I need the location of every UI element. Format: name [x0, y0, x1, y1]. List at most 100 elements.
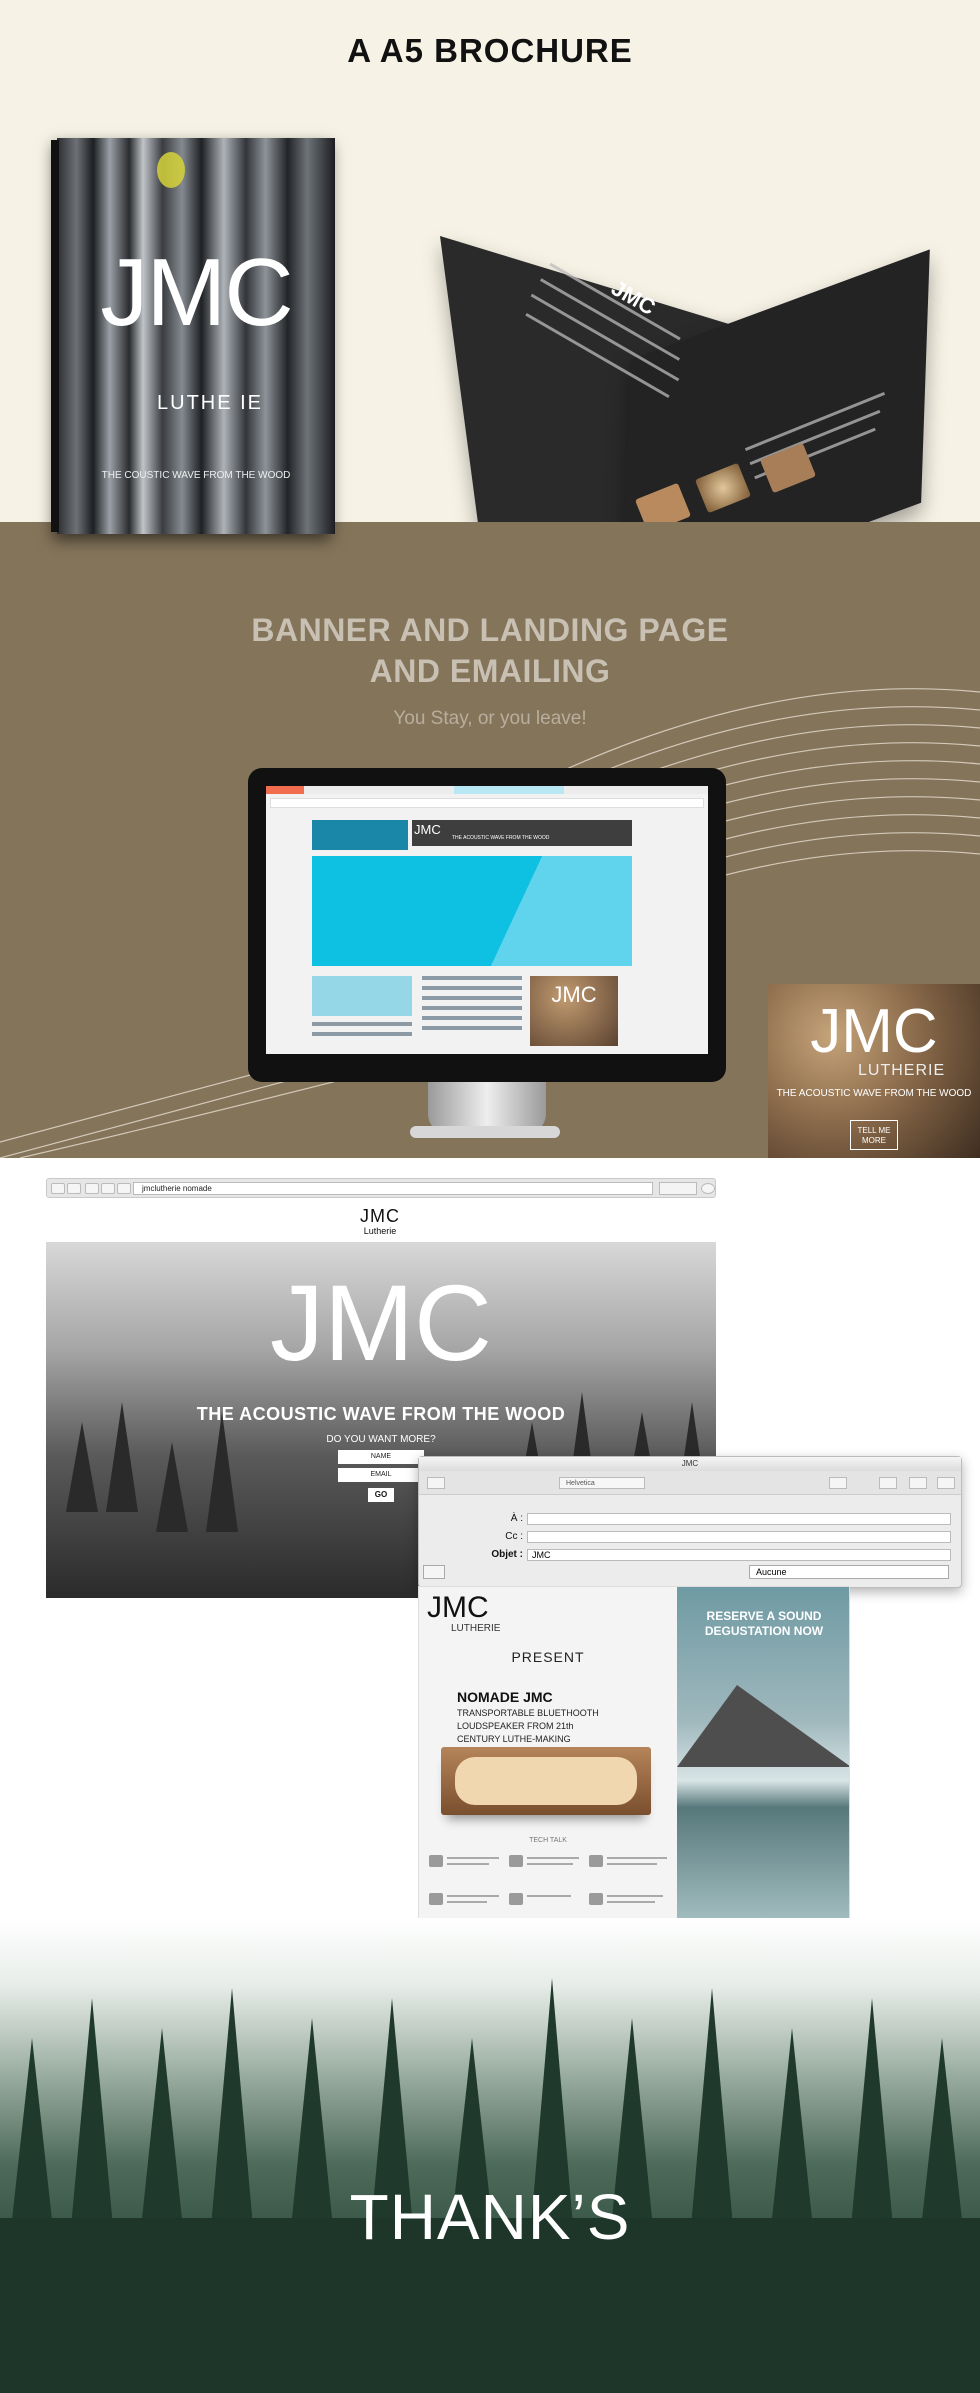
add-tab-button[interactable]: [117, 1183, 131, 1194]
page: A A5 BROCHURE JMC LUTHE IE THE COUSTIC W…: [0, 0, 980, 2393]
screen-ad-thumb: JMC: [530, 976, 618, 1046]
to-label: À :: [510, 1513, 523, 1524]
banner-section: BANNER AND LANDING PAGE AND EMAILING You…: [0, 522, 980, 1158]
battery-icon: [589, 1855, 603, 1867]
screen-tab-bar: [266, 786, 708, 794]
to-field[interactable]: [527, 1513, 951, 1525]
screen-thumb-block: [312, 976, 412, 1016]
brochure-section: A A5 BROCHURE JMC LUTHE IE THE COUSTIC W…: [0, 0, 980, 632]
screen-tab: [454, 786, 564, 794]
screen-text-line: [422, 1006, 522, 1010]
hero-tagline: THE ACOUSTIC WAVE FROM THE WOOD: [196, 1404, 566, 1424]
spec-text: [527, 1857, 579, 1859]
tree-silhouette: [156, 1442, 188, 1532]
list-icon[interactable]: [423, 1565, 445, 1579]
hero-question: DO YOU WANT MORE?: [326, 1434, 436, 1445]
screen-text-line: [422, 1016, 522, 1020]
email-present: PRESENT: [511, 1649, 585, 1665]
share-button[interactable]: [101, 1183, 115, 1194]
forward-button[interactable]: [67, 1183, 81, 1194]
cover-subtitle: LUTHE IE: [157, 392, 264, 414]
hero-logo: JMC: [270, 1262, 492, 1383]
attach-icon[interactable]: [829, 1477, 847, 1489]
cc-field[interactable]: [527, 1531, 951, 1543]
screen-banner: JMC THE ACOUSTIC WAVE FROM THE WOOD: [412, 820, 632, 846]
speaker-front: [455, 1757, 637, 1805]
name-input[interactable]: NAME: [338, 1450, 424, 1464]
monitor-screen: JMC THE ACOUSTIC WAVE FROM THE WOOD JMC: [266, 786, 708, 1054]
spec-text: [607, 1857, 667, 1859]
banner-title-line2: AND EMAILING: [369, 653, 611, 689]
mail-toolbar: Helvetica: [419, 1471, 961, 1495]
go-button[interactable]: GO: [368, 1488, 394, 1502]
spec-text: [607, 1895, 663, 1897]
url-go-button[interactable]: [659, 1182, 697, 1195]
reload-button[interactable]: [85, 1183, 99, 1194]
layout-icon[interactable]: [937, 1477, 955, 1489]
screen-text-line: [422, 986, 522, 990]
tree-silhouette: [206, 1412, 238, 1532]
subject-label: Objet :: [491, 1549, 523, 1560]
spec-text: [527, 1863, 573, 1865]
bluetooth-icon: [429, 1893, 443, 1905]
cover-logo: JMC: [100, 239, 293, 346]
thanks-section: THANK’S: [0, 1918, 980, 2393]
mail-title-bar: JMC: [419, 1457, 961, 1471]
screen-address-bar: [270, 798, 704, 808]
sound-icon: [509, 1855, 523, 1867]
screen-header-block: [312, 820, 408, 850]
ad-logo: JMC: [810, 997, 938, 1066]
product-name: NOMADE JMC: [457, 1689, 553, 1705]
spec-text: [607, 1863, 657, 1865]
email-template: JMC LUTHERIE PRESENT NOMADE JMC TRANSPOR…: [418, 1586, 850, 1920]
screen-text-line: [422, 1026, 522, 1030]
thanks-text: THANK’S: [349, 2181, 631, 2253]
moon-decoration: [157, 152, 185, 188]
product-description: TRANSPORTABLE BLUETHOOTH LOUDSPEAKER FRO…: [457, 1708, 599, 1744]
ad-subtitle: LUTHERIE: [858, 1062, 946, 1079]
cc-label: Cc :: [505, 1531, 523, 1542]
reserve-cta[interactable]: RESERVE A SOUND DEGUSTATION NOW: [677, 1609, 849, 1639]
spec-text: [447, 1901, 487, 1903]
ad-tagline: THE ACOUSTIC WAVE FROM THE WOOD: [776, 1088, 972, 1099]
spec-text: [447, 1863, 489, 1865]
banner-subtitle: You Stay, or you leave!: [393, 708, 587, 729]
landing-email-section: jmclutherie nomade JMC Lutherie JMC THE …: [0, 1158, 980, 1920]
email-cta-panel[interactable]: RESERVE A SOUND DEGUSTATION NOW: [677, 1587, 849, 1919]
font-select[interactable]: Helvetica: [559, 1477, 645, 1489]
email-logo-sub: LUTHERIE: [451, 1623, 501, 1634]
screen-banner-logo: JMC: [414, 822, 441, 837]
screen-text-line: [312, 1032, 412, 1036]
back-button[interactable]: [51, 1183, 65, 1194]
format-icon[interactable]: [879, 1477, 897, 1489]
landing-logo-sub: Lutherie: [363, 1226, 397, 1236]
subject-field[interactable]: JMC: [527, 1549, 951, 1561]
dimensions-icon: [429, 1855, 443, 1867]
cover-tagline: THE COUSTIC WAVE FROM THE WOOD: [101, 470, 291, 481]
spec-text: [527, 1895, 571, 1897]
monitor-base: [410, 1126, 560, 1138]
send-icon[interactable]: [427, 1477, 445, 1489]
tech-talk-label: TECH TALK: [529, 1837, 567, 1844]
screen-text-line: [422, 996, 522, 1000]
banner-title: BANNER AND LANDING PAGE AND EMAILING: [0, 610, 980, 692]
screen-text-line: [422, 976, 522, 980]
signature-select[interactable]: Aucune: [749, 1565, 949, 1579]
screen-active-tab: [266, 786, 304, 794]
screen-ad-logo: JMC: [551, 982, 597, 1007]
browser-toolbar: jmclutherie nomade: [46, 1178, 716, 1198]
screen-banner-tagline: THE ACOUSTIC WAVE FROM THE WOOD: [452, 835, 550, 841]
material-icon: [589, 1893, 603, 1905]
photo-icon[interactable]: [909, 1477, 927, 1489]
email-logo: JMC: [427, 1591, 489, 1624]
tell-me-more-button[interactable]: TELL ME MORE: [850, 1120, 898, 1150]
banner-title-line1: BANNER AND LANDING PAGE: [251, 612, 729, 648]
settings-icon[interactable]: [701, 1183, 715, 1194]
screen-hero-block: [312, 856, 632, 966]
email-input[interactable]: EMAIL: [338, 1468, 424, 1482]
landing-logo: JMC: [360, 1206, 400, 1226]
spec-text: [447, 1895, 499, 1897]
brochure-cover-mockup: JMC LUTHE IE THE COUSTIC WAVE FROM THE W…: [51, 138, 335, 534]
mail-compose-window: JMC Helvetica À : Cc : Objet : JMC Signa…: [418, 1456, 962, 1588]
url-field[interactable]: jmclutherie nomade: [133, 1182, 653, 1195]
